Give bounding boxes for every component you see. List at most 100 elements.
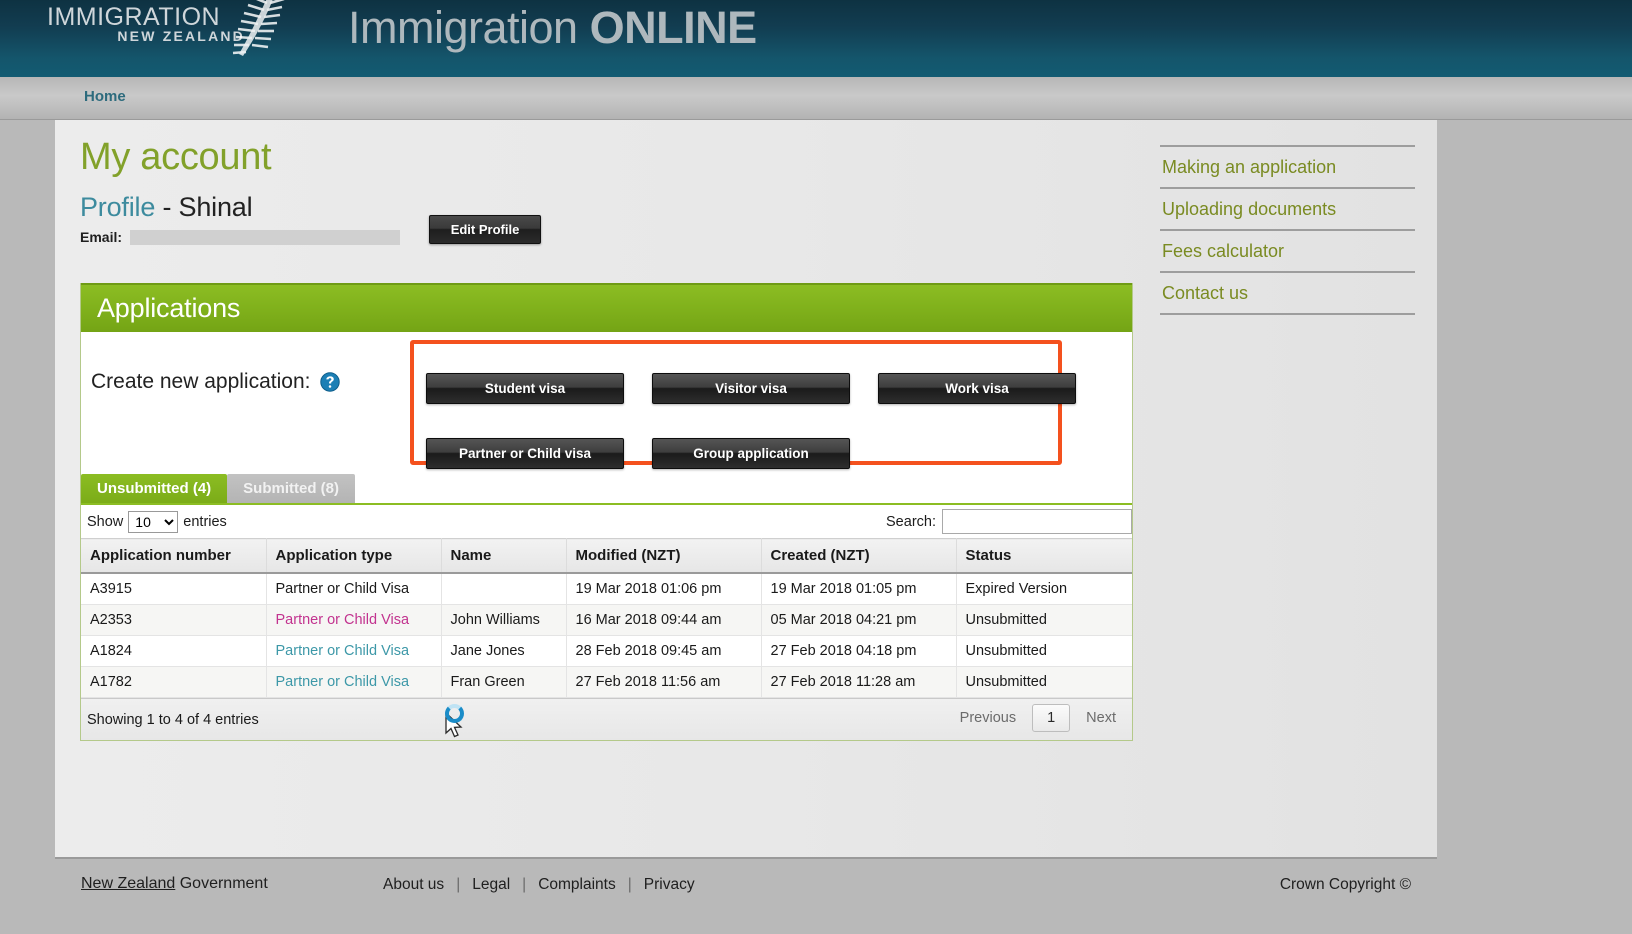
- application-type-link[interactable]: Partner or Child Visa: [276, 643, 410, 659]
- application-type-link[interactable]: Partner or Child Visa: [276, 674, 410, 690]
- logo-line-immigration: IMMIGRATION: [47, 3, 221, 31]
- cell-created: 27 Feb 2018 11:28 am: [761, 666, 957, 698]
- applications-panel: Applications Create new application: Stu…: [80, 283, 1133, 741]
- footer-link-about-us[interactable]: About us: [371, 876, 456, 894]
- col-name[interactable]: Name: [441, 538, 567, 574]
- footer-link-complaints[interactable]: Complaints: [526, 876, 628, 894]
- crown-copyright: Crown Copyright ©: [1279, 876, 1411, 893]
- main-content-column: My account Profile - Shinal Email:: [80, 134, 1140, 245]
- cell-status: Unsubmitted: [956, 604, 1132, 636]
- nz-government-wordmark: New Zealand Government: [81, 875, 268, 893]
- question-mark-circle-icon[interactable]: [320, 372, 341, 392]
- breadcrumb-navbar: Home: [0, 77, 1632, 120]
- sidebar-item-fees-calculator[interactable]: Fees calculator: [1160, 229, 1415, 271]
- pagination-next-button[interactable]: Next: [1074, 704, 1128, 732]
- entries-per-page-select[interactable]: 10 25 50 100: [128, 510, 179, 533]
- footer-links: About us | Legal | Complaints | Privacy: [371, 876, 707, 894]
- site-title-bold: ONLINE: [589, 2, 758, 53]
- create-application-label: Create new application:: [91, 370, 311, 393]
- table-header-row: Application number Application type Name…: [81, 538, 1132, 574]
- nav-home-link[interactable]: Home: [84, 88, 126, 105]
- show-entries-suffix: entries: [183, 513, 227, 530]
- table-row[interactable]: A1782 Partner or Child Visa Fran Green 2…: [81, 666, 1132, 698]
- cell-modified: 27 Feb 2018 11:56 am: [566, 666, 762, 698]
- cell-created: 19 Mar 2018 01:05 pm: [761, 573, 957, 605]
- cell-name: John Williams: [441, 604, 567, 636]
- create-application-label-group: Create new application:: [91, 370, 341, 394]
- applications-tabs: Unsubmitted (4) Submitted (8): [81, 474, 1132, 503]
- site-title: Immigration ONLINE: [348, 2, 757, 54]
- page-footer: New Zealand Government About us | Legal …: [55, 857, 1437, 912]
- pagination-previous-button[interactable]: Previous: [948, 704, 1028, 732]
- cell-status: Unsubmitted: [956, 635, 1132, 667]
- applications-panel-title: Applications: [97, 293, 241, 323]
- create-application-row: Create new application: Student visa Vis…: [81, 332, 1132, 474]
- col-created[interactable]: Created (NZT): [761, 538, 957, 574]
- cell-application-number: A1782: [81, 666, 267, 698]
- applications-panel-header: Applications: [81, 283, 1132, 332]
- show-entries-prefix: Show: [87, 513, 124, 530]
- cell-modified: 16 Mar 2018 09:44 am: [566, 604, 762, 636]
- cell-status: Expired Version: [956, 573, 1132, 605]
- search-group: Search:: [886, 509, 1132, 534]
- email-row: Email:: [80, 229, 1140, 245]
- pagination: Previous 1 Next: [948, 704, 1128, 732]
- table-row[interactable]: A2353 Partner or Child Visa John William…: [81, 604, 1132, 636]
- footer-link-legal[interactable]: Legal: [460, 876, 522, 894]
- showing-entries-info: Showing 1 to 4 of 4 entries: [87, 711, 259, 728]
- table-body: A3915 Partner or Child Visa 19 Mar 2018 …: [81, 573, 1132, 698]
- cell-application-type: Partner or Child Visa: [266, 573, 442, 605]
- right-sidebar: Making an application Uploading document…: [1160, 145, 1415, 315]
- visitor-visa-button[interactable]: Visitor visa: [652, 373, 850, 404]
- application-type-link[interactable]: Partner or Child Visa: [276, 612, 410, 628]
- cell-status: Unsubmitted: [956, 666, 1132, 698]
- search-input[interactable]: [942, 509, 1132, 534]
- page-title: My account: [80, 136, 272, 178]
- sidebar-item-making-an-application[interactable]: Making an application: [1160, 145, 1415, 187]
- table-row[interactable]: A1824 Partner or Child Visa Jane Jones 2…: [81, 635, 1132, 667]
- col-status[interactable]: Status: [956, 538, 1132, 574]
- sidebar-item-contact-us[interactable]: Contact us: [1160, 271, 1415, 315]
- pagination-page-1-button[interactable]: 1: [1032, 704, 1071, 732]
- footer-link-privacy[interactable]: Privacy: [632, 876, 707, 894]
- inz-logo[interactable]: IMMIGRATION NEW ZEALAND: [47, 4, 297, 60]
- tab-unsubmitted[interactable]: Unsubmitted (4): [81, 474, 228, 503]
- cell-name: Fran Green: [441, 666, 567, 698]
- cell-created: 05 Mar 2018 04:21 pm: [761, 604, 957, 636]
- site-banner: IMMIGRATION NEW ZEALAND Immigration ONLI…: [0, 0, 1632, 77]
- col-application-number[interactable]: Application number: [81, 538, 267, 574]
- cell-name: Jane Jones: [441, 635, 567, 667]
- profile-heading: Profile - Shinal: [80, 192, 1140, 223]
- cell-application-type: Partner or Child Visa: [266, 666, 442, 698]
- cell-application-type: Partner or Child Visa: [266, 604, 442, 636]
- sidebar-item-uploading-documents[interactable]: Uploading documents: [1160, 187, 1415, 229]
- cell-name: [441, 573, 567, 605]
- application-type-text: Partner or Child Visa: [275, 581, 410, 597]
- table-row[interactable]: A3915 Partner or Child Visa 19 Mar 2018 …: [81, 573, 1132, 605]
- show-entries-group: Show 10 25 50 100 entries: [87, 510, 227, 533]
- applications-table: Application number Application type Name…: [81, 538, 1132, 698]
- cell-application-number: A3915: [81, 573, 267, 605]
- cell-modified: 19 Mar 2018 01:06 pm: [566, 573, 762, 605]
- cell-created: 27 Feb 2018 04:18 pm: [761, 635, 957, 667]
- table-header: Application number Application type Name…: [81, 538, 1132, 574]
- search-label: Search:: [886, 513, 936, 530]
- cell-modified: 28 Feb 2018 09:45 am: [566, 635, 762, 667]
- work-visa-button[interactable]: Work visa: [878, 373, 1076, 404]
- nz-government-underline: New Zealand: [81, 875, 176, 892]
- tab-submitted[interactable]: Submitted (8): [227, 474, 356, 503]
- nz-government-rest: Government: [175, 875, 268, 892]
- student-visa-button[interactable]: Student visa: [426, 373, 624, 404]
- cell-application-type: Partner or Child Visa: [266, 635, 442, 667]
- group-application-button[interactable]: Group application: [652, 438, 850, 469]
- profile-link[interactable]: Profile: [80, 192, 155, 222]
- partner-or-child-visa-button[interactable]: Partner or Child visa: [426, 438, 624, 469]
- col-application-type[interactable]: Application type: [266, 538, 442, 574]
- edit-profile-button[interactable]: Edit Profile: [429, 215, 541, 244]
- site-title-light: Immigration: [348, 2, 590, 53]
- cell-application-number: A2353: [81, 604, 267, 636]
- email-value-redacted: [130, 229, 401, 245]
- col-modified[interactable]: Modified (NZT): [566, 538, 762, 574]
- profile-name: - Shinal: [155, 192, 253, 222]
- new-application-buttons-highlight: Student visa Visitor visa Work visa Part…: [410, 340, 1076, 469]
